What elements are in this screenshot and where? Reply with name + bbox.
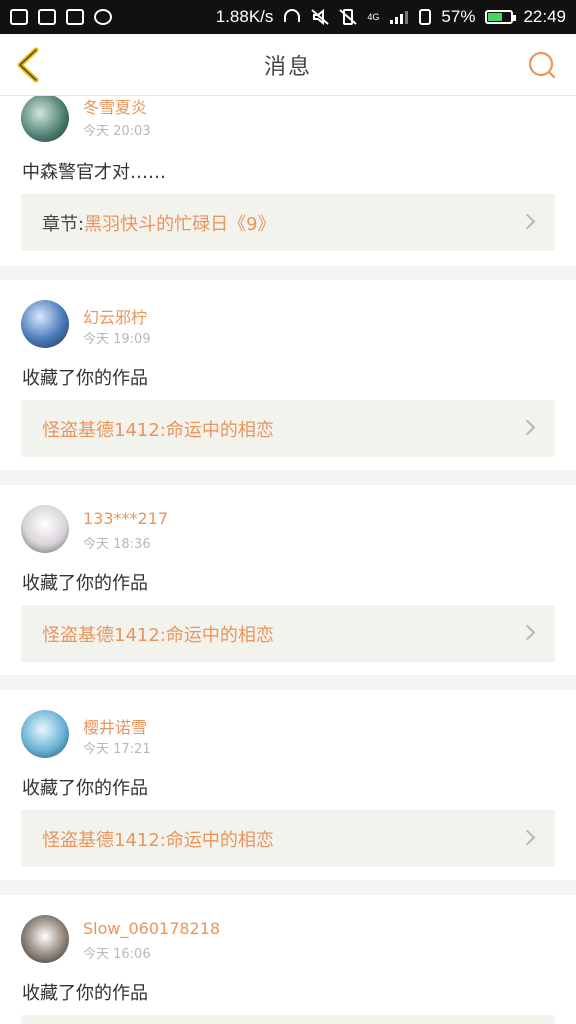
- avatar[interactable]: [21, 915, 69, 963]
- avatar[interactable]: [21, 96, 69, 142]
- chevron-right-icon: [519, 213, 536, 230]
- work-title: 怪盗基德1412:命运中的相恋: [42, 419, 274, 441]
- chevron-right-icon: [519, 419, 536, 436]
- top-bar: 消息: [0, 34, 576, 96]
- chevron-right-icon: [519, 829, 536, 846]
- avatar[interactable]: [21, 505, 69, 553]
- avatar[interactable]: [21, 710, 69, 758]
- work-title: 怪盗基德1412:命运中的相恋: [42, 829, 274, 851]
- avatar[interactable]: [21, 300, 69, 348]
- message-content: 收藏了你的作品: [22, 368, 148, 389]
- battery-icon: [485, 10, 517, 24]
- message-card: 幻云邪柠 今天 19:09 收藏了你的作品 怪盗基德1412:命运中的相恋: [0, 280, 576, 470]
- sender-name[interactable]: Slow_060178218: [83, 919, 220, 938]
- network-type: 4G: [367, 11, 380, 22]
- message-time: 今天 19:09: [83, 332, 151, 347]
- work-title: 怪盗基德1412:命运中的相恋: [42, 624, 274, 646]
- status-bar: 1.88K/s 4G 57% 22:49: [0, 0, 576, 34]
- message-time: 今天 16:06: [83, 947, 151, 962]
- image-icon: [10, 9, 28, 25]
- back-arrow-icon[interactable]: [14, 47, 42, 83]
- mute-icon: [311, 9, 330, 25]
- message-card: 冬雪夏炎 今天 20:03 中森警官才对…… 章节: 黑羽快斗的忙碌日《9》: [0, 96, 576, 266]
- work-link[interactable]: 章节: 黑羽快斗的忙碌日《9》: [21, 194, 555, 251]
- clock: 22:49: [523, 7, 566, 26]
- page-title: 消息: [263, 54, 312, 80]
- headphones-icon: [284, 9, 301, 22]
- message-content: 中森警官才对……: [22, 162, 166, 183]
- shield-icon: [38, 9, 56, 25]
- work-link[interactable]: 怪盗基德1412:命运中的相恋: [21, 605, 555, 662]
- search-icon[interactable]: [528, 51, 556, 79]
- sender-name[interactable]: 133***217: [83, 509, 168, 528]
- work-link[interactable]: 怪盗基德1412:命运中的相恋: [21, 810, 555, 867]
- message-card: 樱井诺雪 今天 17:21 收藏了你的作品 怪盗基德1412:命运中的相恋: [0, 690, 576, 880]
- work-title: 黑羽快斗的忙碌日《9》: [84, 213, 276, 235]
- message-content: 收藏了你的作品: [22, 778, 148, 799]
- message-time: 今天 20:03: [83, 124, 151, 139]
- message-time: 今天 18:36: [83, 537, 151, 552]
- work-prefix: 章节:: [42, 213, 85, 235]
- k-app-icon: [66, 9, 84, 25]
- battery-percent: 57%: [441, 7, 476, 26]
- sender-name[interactable]: 幻云邪柠: [83, 304, 147, 328]
- message-card: Slow_060178218 今天 16:06 收藏了你的作品: [0, 895, 576, 1024]
- message-content: 收藏了你的作品: [22, 983, 148, 1004]
- message-card: 133***217 今天 18:36 收藏了你的作品 怪盗基德1412:命运中的…: [0, 485, 576, 675]
- sim-icon: [419, 9, 432, 25]
- message-content: 收藏了你的作品: [22, 573, 148, 594]
- net-speed: 1.88K/s: [215, 7, 274, 26]
- work-link[interactable]: 怪盗基德1412:命运中的相恋: [21, 400, 555, 457]
- signal-icon: [390, 11, 409, 24]
- chevron-right-icon: [519, 624, 536, 641]
- work-link[interactable]: [21, 1015, 555, 1024]
- more-icon: [94, 9, 112, 25]
- sender-name[interactable]: 冬雪夏炎: [83, 96, 147, 118]
- message-time: 今天 17:21: [83, 742, 151, 757]
- vibrate-off-icon: [339, 9, 358, 25]
- sender-name[interactable]: 樱井诺雪: [83, 714, 147, 738]
- message-list[interactable]: 冬雪夏炎 今天 20:03 中森警官才对…… 章节: 黑羽快斗的忙碌日《9》 幻…: [0, 96, 576, 1024]
